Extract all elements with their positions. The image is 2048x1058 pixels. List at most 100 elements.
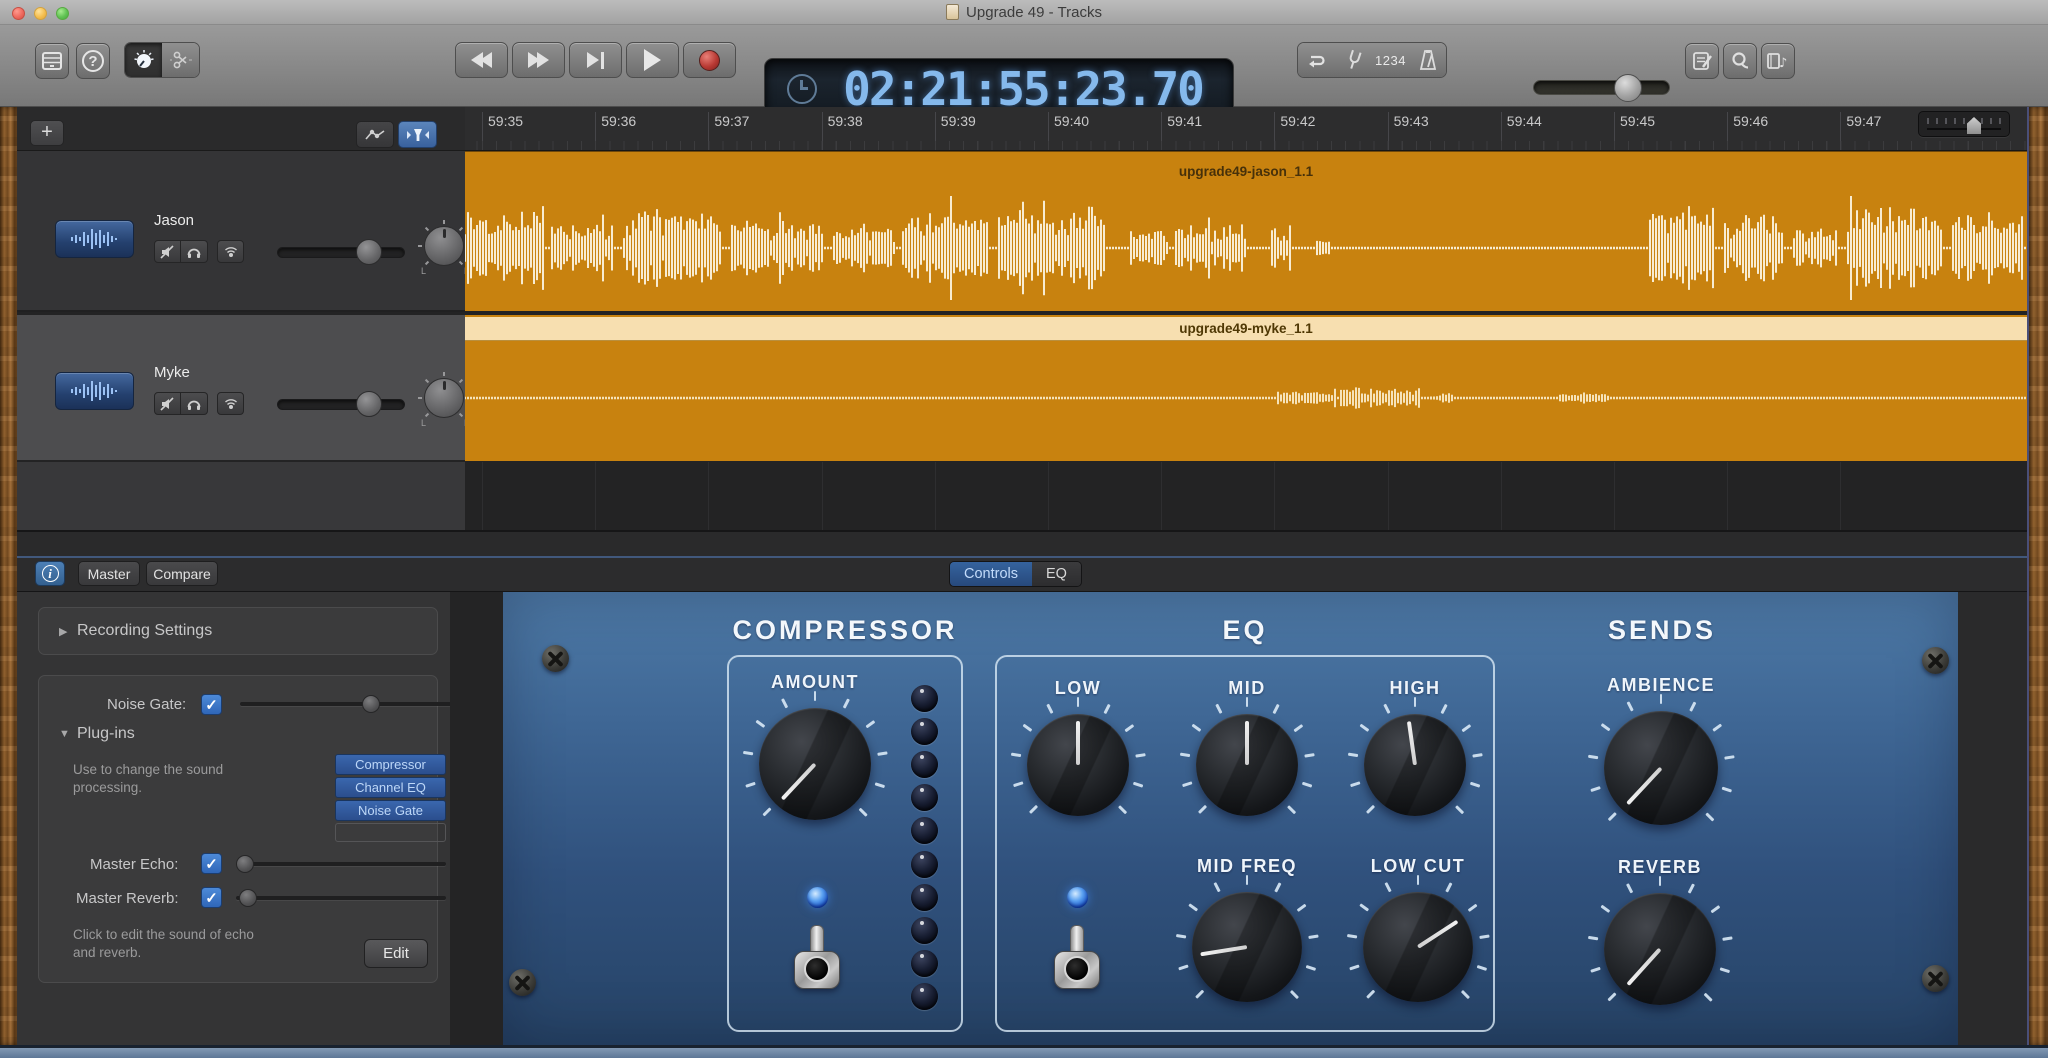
master-reverb-checkbox[interactable]: ✓: [201, 887, 222, 908]
track-volume-thumb[interactable]: [356, 391, 382, 417]
track-volume-slider[interactable]: [277, 247, 405, 258]
solo-button[interactable]: [181, 392, 208, 415]
timeline-empty-area[interactable]: [465, 462, 2027, 530]
plugin-noise-gate[interactable]: Noise Gate: [335, 800, 446, 821]
compressor-toggle-switch[interactable]: [794, 925, 840, 989]
compressor-meter-led: [911, 718, 938, 745]
mute-button[interactable]: [154, 240, 181, 263]
smart-controls-inspector: ▶ Recording Settings Noise Gate: ✓ ▼ Plu…: [17, 592, 450, 1045]
master-reverb-label: Master Reverb:: [76, 890, 179, 907]
editors-button[interactable]: [162, 43, 199, 77]
noise-gate-slider-thumb[interactable]: [362, 695, 380, 713]
view-toggle-group: [124, 42, 200, 78]
plugin-compressor[interactable]: Compressor: [335, 754, 446, 775]
pan-knob[interactable]: [424, 378, 464, 418]
media-browser-button[interactable]: ♪: [1761, 43, 1795, 79]
cycle-button[interactable]: [1298, 43, 1335, 77]
tab-eq[interactable]: EQ: [1032, 562, 1081, 586]
right-wood-rail: [2027, 107, 2048, 1045]
high-knob[interactable]: [1364, 714, 1466, 816]
track-volume-slider[interactable]: [277, 399, 405, 410]
track-volume-thumb[interactable]: [356, 239, 382, 265]
plugin-channel-eq[interactable]: Channel EQ: [335, 777, 446, 798]
add-track-button[interactable]: +: [30, 120, 64, 146]
timeline-ruler[interactable]: 59:3559:3659:3759:3859:3959:4059:4159:42…: [465, 107, 2027, 151]
compare-button[interactable]: Compare: [146, 561, 218, 586]
zoom-window-button[interactable]: [56, 7, 69, 20]
section-title-eq: EQ: [1222, 615, 1267, 646]
play-button[interactable]: [626, 42, 679, 78]
track-name[interactable]: Jason: [154, 212, 194, 229]
solo-button[interactable]: [181, 240, 208, 263]
master-echo-slider[interactable]: [236, 862, 446, 866]
record-button[interactable]: [683, 42, 736, 78]
disclosure-expanded-icon[interactable]: ▼: [59, 728, 70, 740]
track-name[interactable]: Myke: [154, 364, 190, 381]
master-button[interactable]: Master: [78, 561, 140, 586]
audio-region-jason[interactable]: upgrade49-jason_1.1: [465, 151, 2027, 311]
waveform-thumb-icon: [66, 227, 124, 251]
compressor-meter-led: [911, 784, 938, 811]
master-volume-thumb[interactable]: [1614, 74, 1642, 102]
pan-knob[interactable]: [424, 226, 464, 266]
noise-gate-slider[interactable]: [240, 702, 455, 706]
cycle-icon: [1305, 50, 1329, 70]
master-echo-checkbox[interactable]: ✓: [201, 853, 222, 874]
low-knob[interactable]: [1027, 714, 1129, 816]
minimize-window-button[interactable]: [34, 7, 47, 20]
plugin-empty-slot[interactable]: [335, 823, 446, 842]
inspector-button[interactable]: i: [35, 561, 65, 586]
master-volume-slider[interactable]: [1533, 80, 1670, 95]
low-cut-label: LOW CUT: [1371, 856, 1465, 877]
go-to-end-icon: [587, 52, 599, 68]
rewind-button[interactable]: [455, 42, 508, 78]
master-echo-slider-thumb[interactable]: [236, 855, 254, 873]
tab-controls[interactable]: Controls: [950, 562, 1032, 586]
master-reverb-slider[interactable]: [236, 896, 446, 900]
region-name: upgrade49-myke_1.1: [465, 321, 2027, 336]
eq-power-led: [1067, 887, 1088, 908]
noise-gate-checkbox[interactable]: ✓: [201, 694, 222, 715]
mid-label: MID: [1228, 678, 1266, 699]
smart-controls-button[interactable]: [125, 43, 162, 77]
grid-line: [1161, 462, 1162, 530]
automation-button[interactable]: [356, 121, 394, 148]
svg-text:♪: ♪: [1779, 56, 1787, 71]
grid-line: [1274, 462, 1275, 530]
ruler-label: 59:45: [1620, 113, 1655, 129]
zoom-slider[interactable]: [1918, 111, 2010, 137]
close-window-button[interactable]: [12, 7, 25, 20]
mid-freq-knob[interactable]: [1192, 892, 1302, 1002]
metronome-button[interactable]: [1409, 43, 1446, 77]
input-monitoring-button[interactable]: [217, 240, 244, 263]
track-header-myke[interactable]: Myke L R: [17, 315, 465, 461]
track-header-jason[interactable]: Jason L R: [17, 151, 465, 312]
track-list-empty-area: [17, 462, 465, 530]
input-monitoring-icon: [223, 397, 239, 411]
loop-browser-button[interactable]: [1723, 43, 1757, 79]
mute-button[interactable]: [154, 392, 181, 415]
reverb-knob[interactable]: [1604, 893, 1716, 1005]
edit-button[interactable]: Edit: [364, 939, 428, 968]
go-to-end-button[interactable]: [569, 42, 622, 78]
eq-toggle-switch[interactable]: [1054, 925, 1100, 989]
tuner-button[interactable]: [1335, 43, 1372, 77]
library-button[interactable]: [35, 43, 69, 79]
recording-settings-box[interactable]: ▶ Recording Settings: [38, 607, 438, 655]
master-reverb-slider-thumb[interactable]: [239, 889, 257, 907]
count-in-button[interactable]: 1234: [1372, 43, 1409, 77]
low-cut-knob[interactable]: [1363, 892, 1473, 1002]
input-monitoring-button[interactable]: [217, 392, 244, 415]
ambience-knob[interactable]: [1604, 711, 1718, 825]
audio-region-myke[interactable]: upgrade49-myke_1.1: [465, 315, 2027, 461]
input-monitoring-icon: [223, 245, 239, 259]
note-pad-button[interactable]: [1685, 43, 1719, 79]
mid-knob[interactable]: [1196, 714, 1298, 816]
titlebar: Upgrade 49 - Tracks: [0, 0, 2048, 25]
forward-button[interactable]: [512, 42, 565, 78]
quick-help-button[interactable]: ?: [76, 43, 110, 79]
catch-playhead-button[interactable]: [398, 121, 437, 148]
amount-knob[interactable]: [759, 708, 871, 820]
disclosure-collapsed-icon[interactable]: ▶: [59, 625, 67, 638]
time-display-mode-icon[interactable]: [787, 74, 817, 104]
